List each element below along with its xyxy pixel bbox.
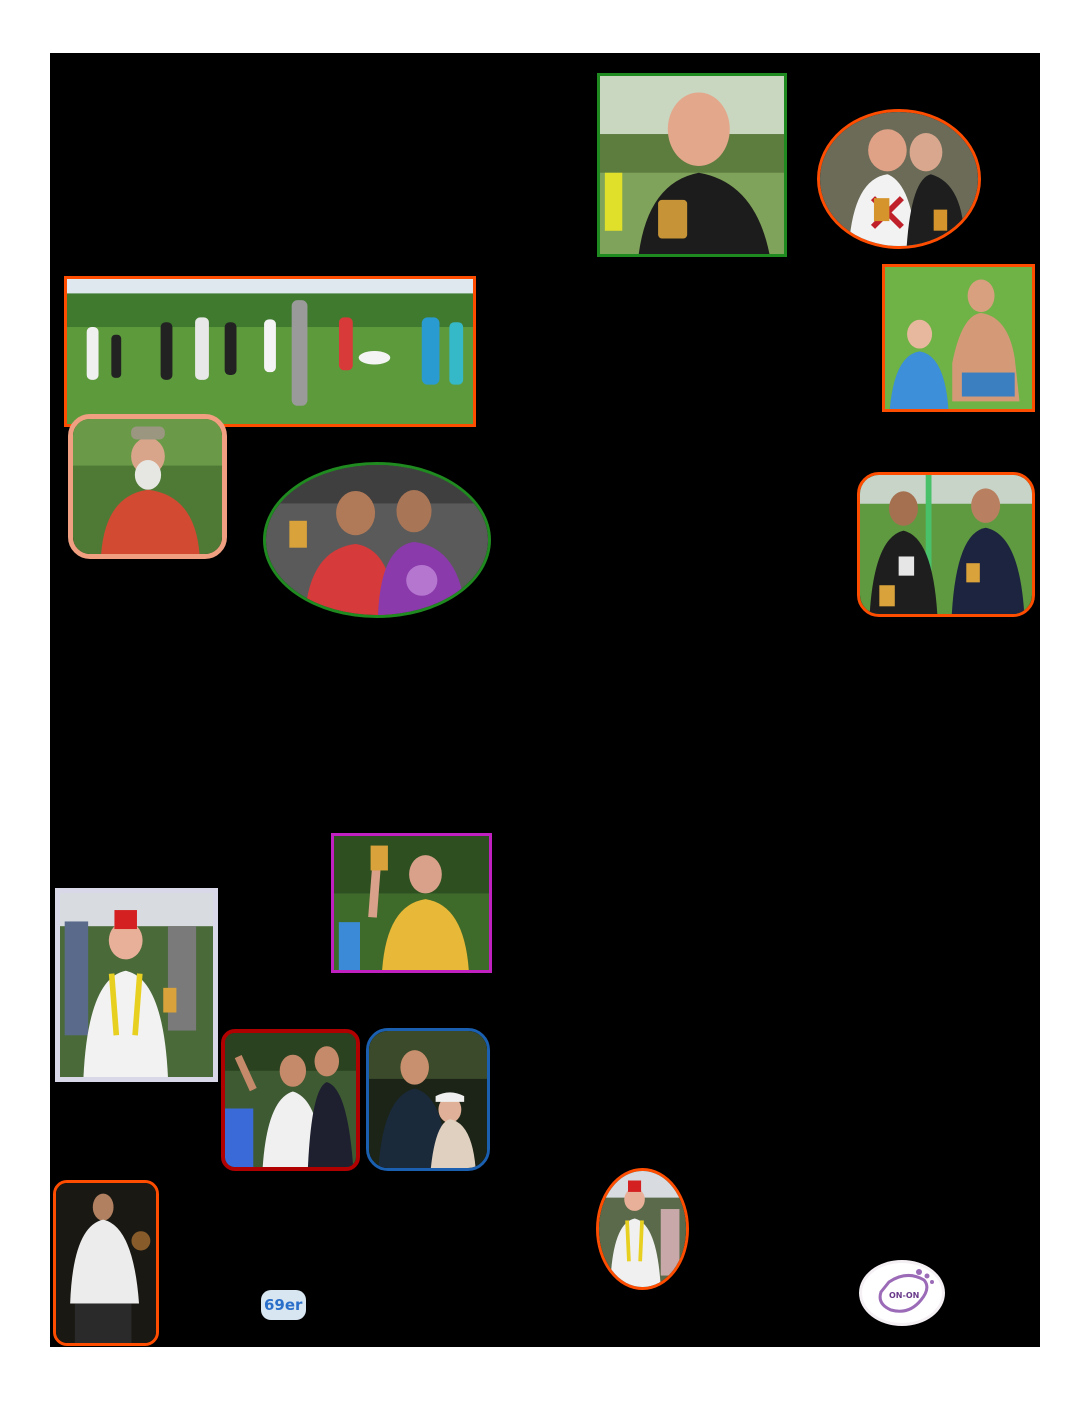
- logo-69er: 69er: [261, 1290, 306, 1320]
- photo-group-field-circle: [64, 276, 476, 427]
- photo-man-white-tshirt-night: [53, 1180, 159, 1346]
- photo-bearded-man-red-shirt: [68, 414, 227, 559]
- logo-on-on-footprint: ON-ON: [859, 1260, 945, 1326]
- logo-69er-text: 69er: [264, 1296, 303, 1314]
- photo-couple-on-grass: [882, 264, 1035, 412]
- photo-two-women-beer: [263, 462, 491, 618]
- photo-two-men-japanese-shirt: [857, 472, 1035, 617]
- photo-fez-man-small: [596, 1168, 689, 1290]
- photo-couple-union-jack: [817, 109, 981, 249]
- logo-on-on-text: ON-ON: [889, 1291, 919, 1300]
- photo-man-red-fez: [55, 888, 218, 1082]
- photo-two-men-toast: [221, 1029, 360, 1171]
- photo-couple-night-selfie: [366, 1028, 490, 1171]
- photo-man-yellow-shirt-toast: [331, 833, 492, 973]
- photo-beer-man-black-shirt: [597, 73, 787, 257]
